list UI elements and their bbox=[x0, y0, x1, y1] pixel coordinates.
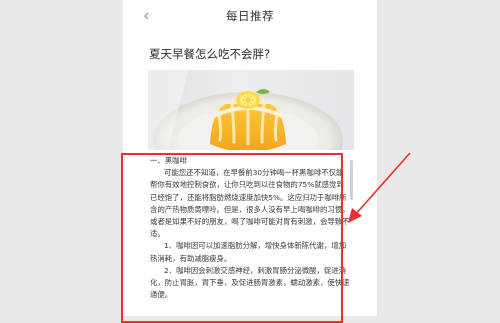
article-title: 夏天早餐怎么吃不会胖? bbox=[149, 47, 271, 61]
annotation-arrow-icon bbox=[348, 152, 411, 223]
page-title: 每日推荐 bbox=[226, 9, 274, 23]
nav-bar: ‹ 每日推荐 bbox=[123, 0, 377, 34]
article-image bbox=[148, 70, 354, 150]
annotation-highlight-box bbox=[121, 153, 343, 323]
lemon-pudding-image bbox=[148, 70, 343, 150]
